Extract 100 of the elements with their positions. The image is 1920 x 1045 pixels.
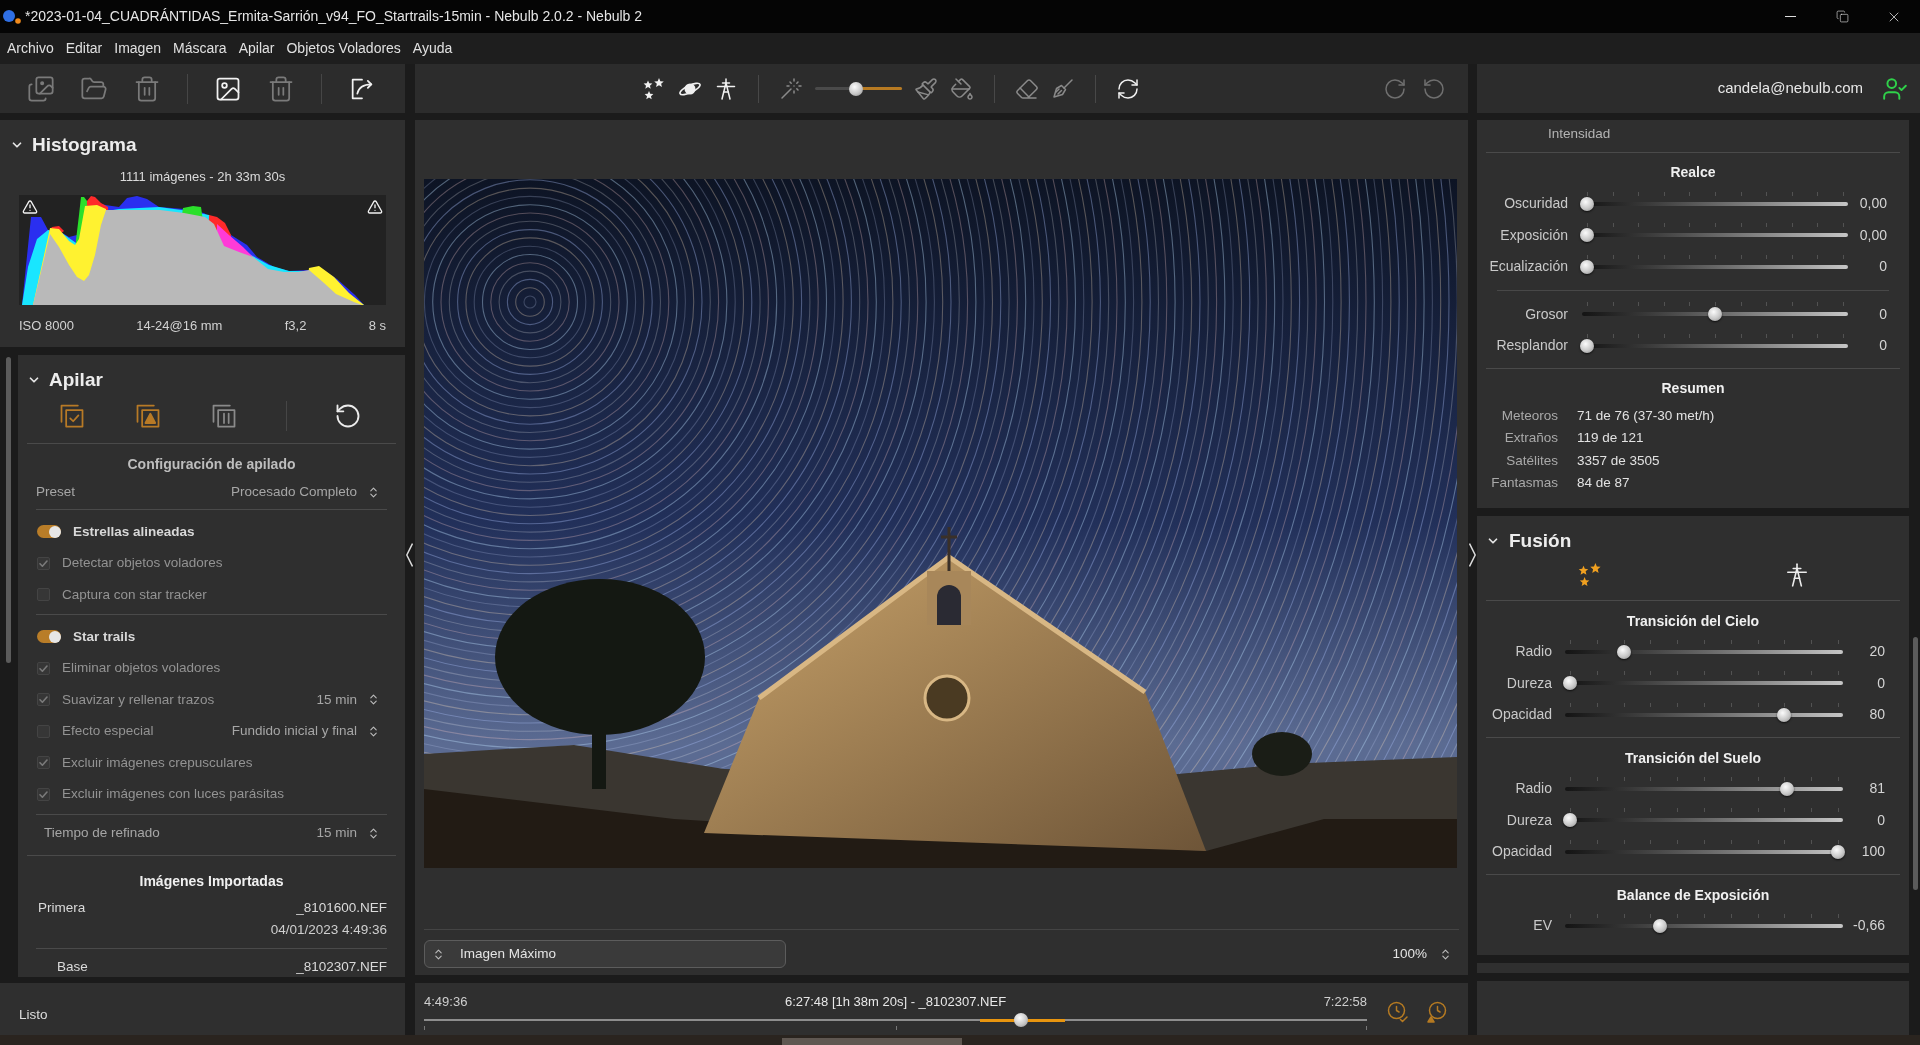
warning-icon bbox=[22, 199, 38, 215]
reset-icon[interactable] bbox=[334, 402, 362, 430]
preset-dropdown[interactable]: Procesado Completo bbox=[230, 481, 380, 503]
summary-value: 3357 de 3505 bbox=[1577, 451, 1660, 470]
restore-icon bbox=[1835, 10, 1849, 23]
menu-item[interactable]: Imagen bbox=[108, 38, 167, 59]
slider-thumb[interactable] bbox=[1777, 707, 1792, 722]
stack-bars-icon[interactable] bbox=[210, 402, 238, 430]
slider-thumb[interactable] bbox=[1831, 844, 1845, 859]
timeline-slider[interactable] bbox=[424, 1012, 1367, 1032]
slider-value: 20 bbox=[1869, 642, 1885, 662]
updown-chevron-icon bbox=[1439, 947, 1452, 961]
updown-chevron-icon bbox=[367, 693, 380, 707]
checkbox-label: Excluir imágenes crepusculares bbox=[62, 753, 253, 772]
updown-chevron-icon bbox=[367, 826, 380, 840]
toggle-switch[interactable] bbox=[37, 525, 61, 539]
menu-item[interactable]: Máscara bbox=[166, 38, 233, 59]
section-title: Realce bbox=[1670, 162, 1716, 182]
slider-value: 0 bbox=[1879, 336, 1887, 356]
zoom-dropdown[interactable]: 100% bbox=[1392, 943, 1452, 965]
scrollbar-thumb[interactable] bbox=[782, 1038, 962, 1045]
summary-value: 84 de 87 bbox=[1577, 474, 1630, 493]
slider-value: 0 bbox=[1879, 257, 1887, 277]
updown-chevron-icon bbox=[367, 485, 380, 499]
slider[interactable] bbox=[815, 81, 902, 96]
menu-item[interactable]: Ayuda bbox=[406, 38, 459, 59]
chevron-left-icon[interactable] bbox=[406, 543, 413, 567]
slider-thumb[interactable] bbox=[1580, 338, 1594, 353]
menu-item[interactable]: Editar bbox=[59, 38, 109, 59]
summary-label: Meteoros bbox=[1501, 406, 1558, 425]
slider-label: Opacidad bbox=[1492, 705, 1552, 725]
window-title: *2023-01-04_CUADRÁNTIDAS_Ermita-Sarrión_v94_FO_Startrails-15min - Nebulb 2.0.2 - Nebulb 2 bbox=[25, 7, 643, 26]
slider-thumb[interactable] bbox=[1616, 644, 1631, 659]
panel-title: Histograma bbox=[32, 133, 137, 157]
toggle-switch[interactable] bbox=[37, 630, 61, 644]
stars-icon[interactable] bbox=[1576, 562, 1603, 588]
section-title: Transición del Cielo bbox=[1626, 611, 1760, 631]
slider-thumb[interactable] bbox=[1653, 918, 1668, 933]
slider-thumb[interactable] bbox=[1580, 228, 1594, 243]
file-name: _8102307.NEF bbox=[296, 957, 387, 976]
summary-value: 119 de 121 bbox=[1577, 429, 1644, 448]
slider-value: 81 bbox=[1869, 779, 1885, 799]
stars-icon[interactable] bbox=[642, 76, 666, 101]
toggle-label: Star trails bbox=[73, 627, 136, 646]
panel-title: Apilar bbox=[49, 368, 103, 392]
slider-value: 0 bbox=[1877, 673, 1885, 693]
image-selector[interactable]: Imagen Máximo bbox=[424, 940, 786, 968]
slider-label: Resplandor bbox=[1496, 336, 1568, 356]
menu-item[interactable]: Apilar bbox=[232, 38, 281, 59]
slider-label: Oscuridad bbox=[1504, 194, 1568, 214]
clock-check-icon[interactable] bbox=[1386, 1000, 1410, 1024]
slider-label: Ecualización bbox=[1489, 257, 1568, 277]
value-dropdown[interactable]: 15 min bbox=[316, 822, 380, 844]
chevron-right-icon[interactable] bbox=[1469, 543, 1476, 567]
refresh-icon[interactable] bbox=[1116, 76, 1140, 101]
section-title: Resumen bbox=[1661, 379, 1725, 398]
panel-heading: Intensidad bbox=[1548, 124, 1611, 143]
user-check-icon[interactable] bbox=[1882, 75, 1908, 102]
slider-value: 0 bbox=[1877, 810, 1885, 830]
stack-check-icon[interactable] bbox=[58, 402, 86, 430]
slider-label: Dureza bbox=[1506, 673, 1552, 693]
tower-icon[interactable] bbox=[714, 76, 738, 101]
slider-label: Exposición bbox=[1500, 225, 1568, 245]
section-title: Imágenes Importadas bbox=[139, 871, 284, 891]
slider-thumb[interactable] bbox=[1580, 259, 1594, 274]
app-logo-icon bbox=[3, 9, 21, 24]
slider-thumb[interactable] bbox=[849, 81, 864, 96]
slider-thumb[interactable] bbox=[1563, 813, 1577, 828]
panel-title: Fusión bbox=[1509, 529, 1572, 553]
updown-chevron-icon bbox=[432, 947, 445, 961]
checkbox-label: Excluir imágenes con luces parásitas bbox=[62, 785, 285, 804]
stack-triangle-icon[interactable] bbox=[134, 402, 162, 430]
slider-thumb[interactable] bbox=[1580, 196, 1594, 211]
menu-item[interactable]: Objetos Voladores bbox=[280, 38, 407, 59]
menu-item[interactable]: Archivo bbox=[1, 38, 60, 59]
status-text: Listo bbox=[19, 1005, 48, 1024]
file-name: _8101600.NEF bbox=[296, 898, 387, 917]
slider-value: 80 bbox=[1869, 705, 1885, 725]
summary-value: 71 de 76 (37-30 met/h) bbox=[1577, 406, 1715, 425]
current-frame-info: 6:27:48 [1h 38m 20s] - _8102307.NEF bbox=[784, 993, 1007, 1012]
summary-label: Fantasmas bbox=[1491, 474, 1558, 493]
scrollbar-thumb[interactable] bbox=[1913, 637, 1918, 890]
slider-value: 0,00 bbox=[1859, 194, 1887, 214]
slider-thumb[interactable] bbox=[1708, 307, 1722, 322]
import-label: Base bbox=[57, 957, 88, 976]
checkbox-label: Captura con star tracker bbox=[62, 585, 207, 604]
summary-label: Satélites bbox=[1506, 451, 1558, 470]
slider-thumb[interactable] bbox=[1563, 676, 1577, 691]
slider-label: Dureza bbox=[1506, 810, 1552, 830]
end-time: 7:22:58 bbox=[1323, 993, 1367, 1012]
slider-label: Opacidad bbox=[1492, 842, 1552, 862]
exif-value: 8 s bbox=[368, 318, 386, 334]
clock-triangle-icon[interactable] bbox=[1425, 1000, 1449, 1024]
slider-label: Radio bbox=[1515, 642, 1552, 662]
slider-thumb[interactable] bbox=[1780, 781, 1795, 796]
scrollbar-thumb[interactable] bbox=[6, 357, 11, 663]
histogram-summary: 1111 imágenes - 2h 33m 30s bbox=[119, 169, 286, 185]
slider-label: Radio bbox=[1515, 779, 1552, 799]
field-label: Preset bbox=[36, 482, 76, 501]
slider-thumb[interactable] bbox=[1013, 1013, 1028, 1027]
